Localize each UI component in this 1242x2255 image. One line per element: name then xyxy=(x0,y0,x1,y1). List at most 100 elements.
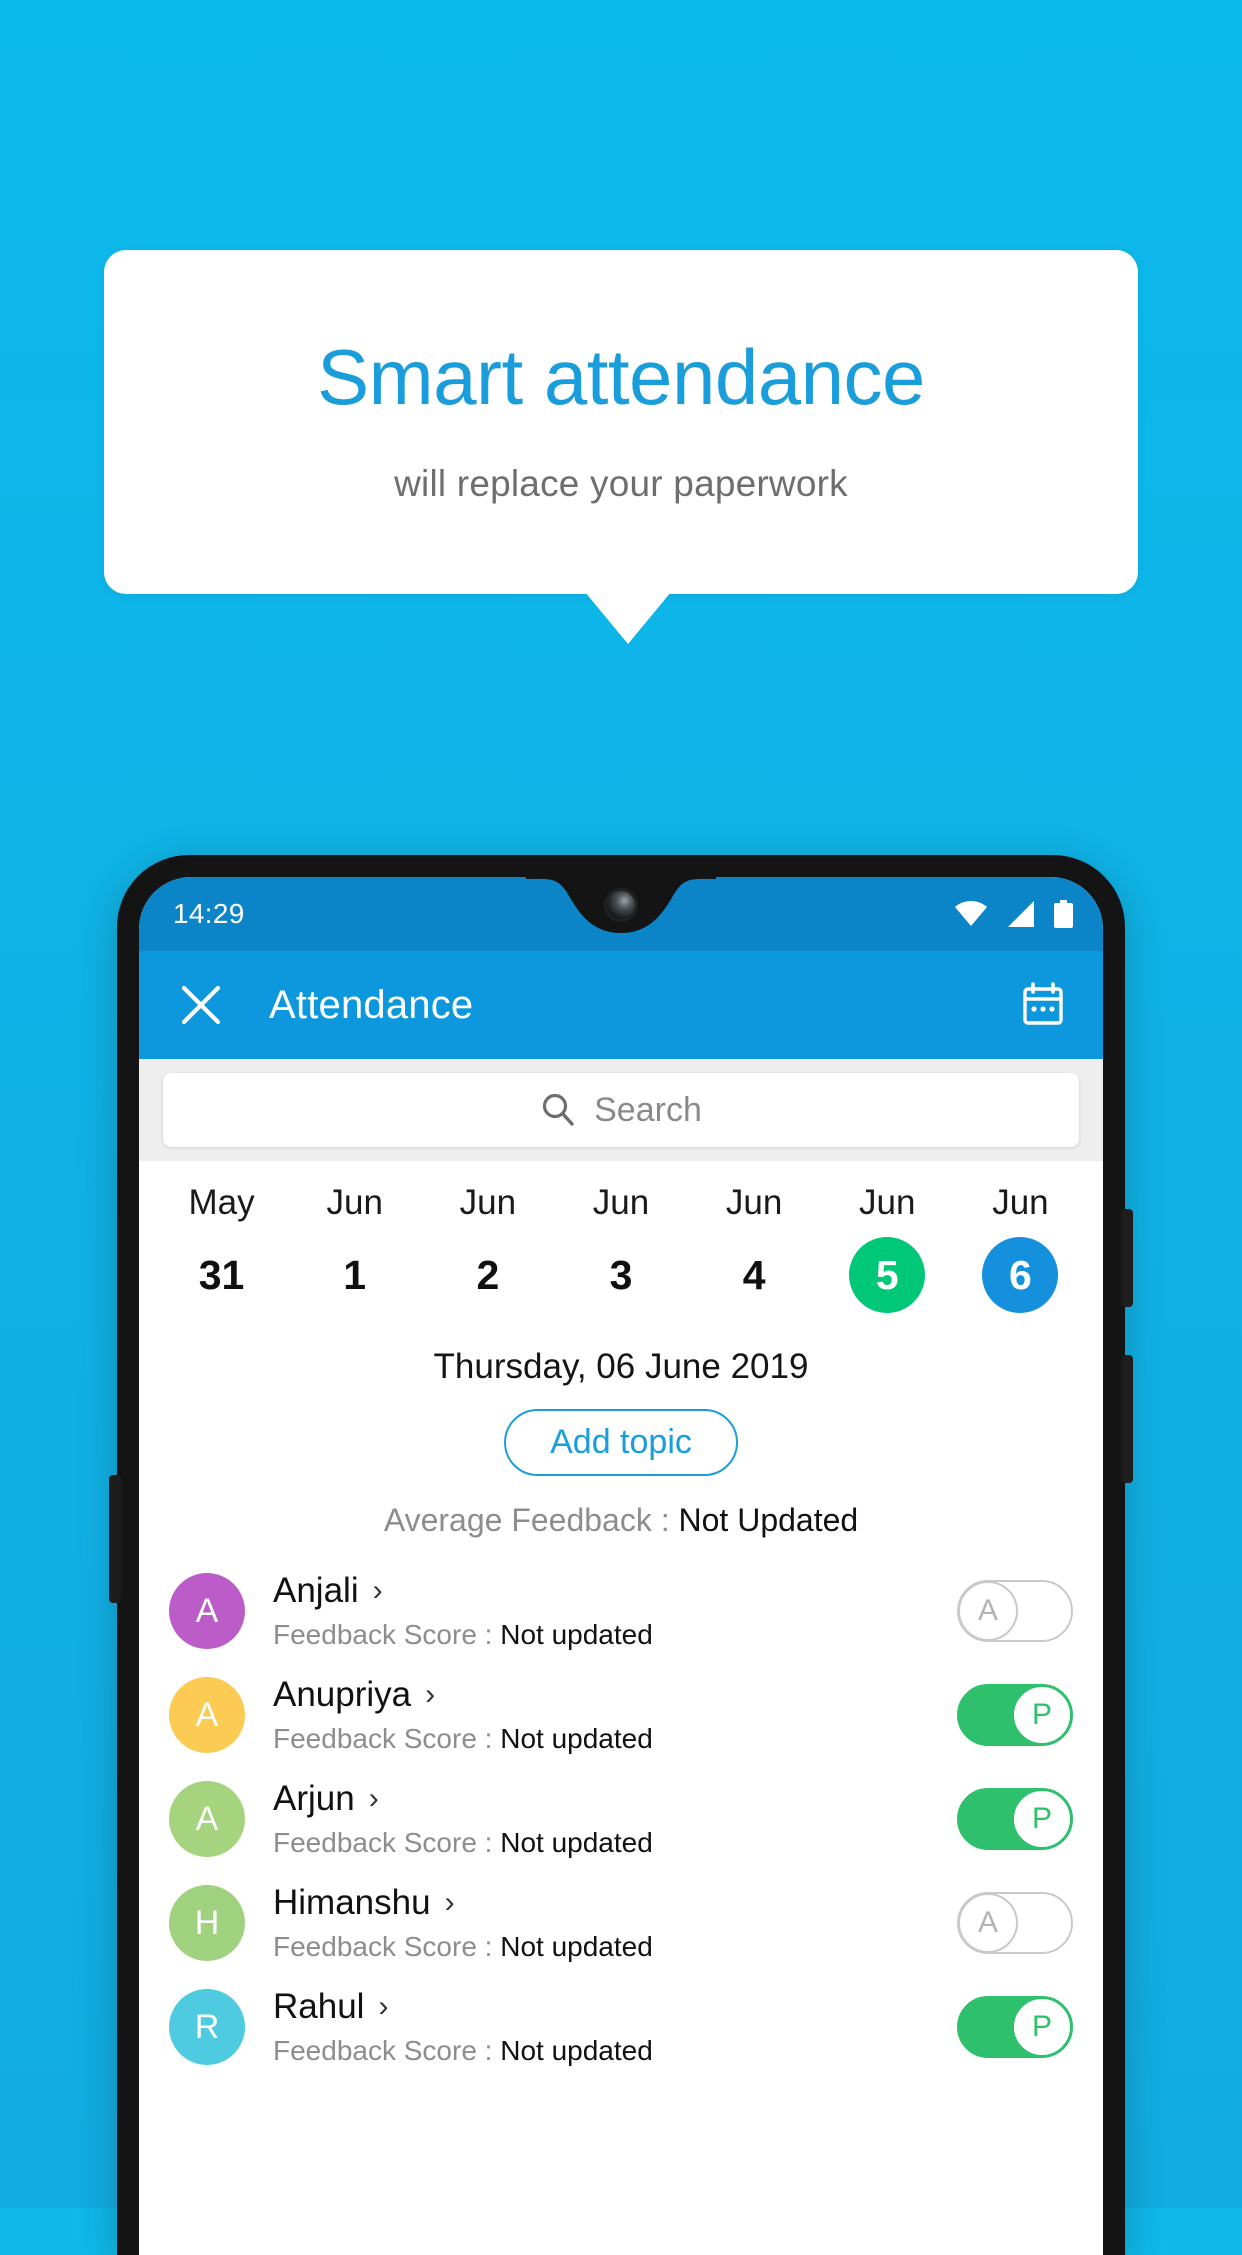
chevron-right-icon: › xyxy=(378,1990,389,2023)
search-placeholder: Search xyxy=(594,1090,702,1129)
student-name-line[interactable]: Rahul › xyxy=(273,1987,957,2027)
promo-subtitle: will replace your paperwork xyxy=(394,463,848,504)
speech-bubble-tail xyxy=(585,592,671,644)
student-row[interactable]: A Anupriya › Feedback Score : Not updated P xyxy=(139,1663,1103,1767)
feedback-score-label: Feedback Score : xyxy=(273,1619,501,1650)
feedback-score-line: Feedback Score : Not updated xyxy=(273,2035,957,2067)
date-day-number: 5 xyxy=(849,1237,926,1313)
average-feedback-value: Not Updated xyxy=(678,1502,859,1538)
add-topic-button[interactable]: Add topic xyxy=(504,1409,738,1476)
avatar: R xyxy=(169,1989,245,2065)
student-row[interactable]: H Himanshu › Feedback Score : Not updated A xyxy=(139,1871,1103,1975)
add-topic-section: Add topic xyxy=(139,1409,1103,1476)
attendance-toggle-knob: P xyxy=(1012,1789,1072,1849)
avatar: A xyxy=(169,1573,245,1649)
date-cell[interactable]: Jun 5 xyxy=(821,1183,954,1313)
close-icon xyxy=(181,985,221,1025)
attendance-toggle[interactable]: P xyxy=(957,1788,1073,1850)
feedback-score-label: Feedback Score : xyxy=(273,1827,501,1858)
feedback-score-label: Feedback Score : xyxy=(273,1931,501,1962)
feedback-score-value: Not updated xyxy=(500,1931,653,1962)
wifi-icon xyxy=(955,901,987,926)
student-row[interactable]: A Arjun › Feedback Score : Not updated P xyxy=(139,1767,1103,1871)
close-button[interactable] xyxy=(175,979,227,1031)
date-day-number: 6 xyxy=(982,1237,1059,1313)
attendance-toggle[interactable]: A xyxy=(957,1580,1073,1642)
attendance-toggle-knob: P xyxy=(1012,1685,1072,1745)
page-title: Attendance xyxy=(269,982,474,1027)
feedback-score-value: Not updated xyxy=(500,1723,653,1754)
feedback-score-line: Feedback Score : Not updated xyxy=(273,1827,957,1859)
date-month-label: Jun xyxy=(326,1183,383,1222)
calendar-icon xyxy=(1023,982,1063,1025)
student-info: Rahul › Feedback Score : Not updated xyxy=(273,1987,957,2067)
selected-date-label: Thursday, 06 June 2019 xyxy=(433,1347,809,1386)
feedback-score-value: Not updated xyxy=(500,1827,653,1858)
date-day-number: 2 xyxy=(476,1251,500,1298)
student-info: Arjun › Feedback Score : Not updated xyxy=(273,1779,957,1859)
attendance-toggle-knob: P xyxy=(1012,1997,1072,2057)
student-name: Himanshu xyxy=(273,1883,431,1922)
search-section: Search xyxy=(139,1059,1103,1161)
average-feedback: Average Feedback : Not Updated xyxy=(139,1502,1103,1539)
attendance-toggle[interactable]: P xyxy=(957,1996,1073,2058)
student-name: Arjun xyxy=(273,1779,355,1818)
feedback-score-line: Feedback Score : Not updated xyxy=(273,1619,957,1651)
status-icons xyxy=(954,900,1073,928)
student-name-line[interactable]: Anjali › xyxy=(273,1571,957,1611)
avatar: H xyxy=(169,1885,245,1961)
date-cell[interactable]: May 31 xyxy=(155,1183,288,1313)
date-cell[interactable]: Jun 6 xyxy=(954,1183,1087,1313)
calendar-button[interactable] xyxy=(1015,977,1071,1033)
date-day-number: 3 xyxy=(609,1251,633,1298)
average-feedback-label: Average Feedback : xyxy=(383,1502,679,1538)
volume-down-button[interactable] xyxy=(109,1475,121,1603)
power-button[interactable] xyxy=(1121,1209,1133,1307)
attendance-toggle[interactable]: A xyxy=(957,1892,1073,1954)
date-strip: May 31 Jun 1 Jun 2 Jun 3 Jun 4 Jun 5 Jun 6 xyxy=(139,1161,1103,1321)
date-month-label: Jun xyxy=(592,1183,650,1222)
feedback-score-label: Feedback Score : xyxy=(273,1723,501,1754)
student-name: Anjali xyxy=(273,1571,359,1610)
student-name-line[interactable]: Anupriya › xyxy=(273,1675,957,1715)
student-info: Anupriya › Feedback Score : Not updated xyxy=(273,1675,957,1755)
attendance-toggle[interactable]: P xyxy=(957,1684,1073,1746)
chevron-right-icon: › xyxy=(372,1574,383,1607)
phone-mockup: 14:29 Attendance Search May 31 Jun 1 Jun… xyxy=(109,855,1133,2255)
date-month-label: Jun xyxy=(859,1183,916,1222)
date-cell[interactable]: Jun 1 xyxy=(288,1183,421,1313)
signal-icon xyxy=(1008,901,1034,927)
student-row[interactable]: A Anjali › Feedback Score : Not updated A xyxy=(139,1559,1103,1663)
front-camera-icon xyxy=(607,891,635,919)
date-month-label: Jun xyxy=(459,1183,517,1222)
student-info: Anjali › Feedback Score : Not updated xyxy=(273,1571,957,1651)
volume-up-button[interactable] xyxy=(1121,1355,1133,1483)
student-info: Himanshu › Feedback Score : Not updated xyxy=(273,1883,957,1963)
phone-screen: 14:29 Attendance Search May 31 Jun 1 Jun… xyxy=(139,877,1103,2255)
student-row[interactable]: R Rahul › Feedback Score : Not updated P xyxy=(139,1975,1103,2079)
search-icon xyxy=(543,1093,574,1126)
avatar: A xyxy=(169,1677,245,1753)
feedback-score-line: Feedback Score : Not updated xyxy=(273,1723,957,1755)
status-bar: 14:29 xyxy=(139,877,1103,951)
date-cell[interactable]: Jun 2 xyxy=(421,1183,554,1313)
search-input[interactable]: Search xyxy=(163,1073,1079,1147)
date-cell[interactable]: Jun 3 xyxy=(554,1183,687,1313)
date-cell[interactable]: Jun 4 xyxy=(688,1183,821,1313)
status-time: 14:29 xyxy=(173,898,245,929)
date-month-label: May xyxy=(188,1183,255,1222)
feedback-score-label: Feedback Score : xyxy=(273,2035,501,2066)
student-name-line[interactable]: Himanshu › xyxy=(273,1883,957,1923)
student-name-line[interactable]: Arjun › xyxy=(273,1779,957,1819)
chevron-right-icon: › xyxy=(368,1782,379,1815)
avatar: A xyxy=(169,1781,245,1857)
date-day-number: 1 xyxy=(343,1251,367,1298)
feedback-score-value: Not updated xyxy=(500,2035,653,2066)
student-name: Anupriya xyxy=(273,1675,412,1714)
date-month-label: Jun xyxy=(992,1183,1049,1222)
promo-speech-bubble: Smart attendance will replace your paper… xyxy=(104,250,1138,594)
app-bar: Attendance xyxy=(139,951,1103,1059)
student-name: Rahul xyxy=(273,1987,365,2026)
date-month-label: Jun xyxy=(725,1183,783,1222)
attendance-toggle-knob: A xyxy=(958,1581,1018,1641)
